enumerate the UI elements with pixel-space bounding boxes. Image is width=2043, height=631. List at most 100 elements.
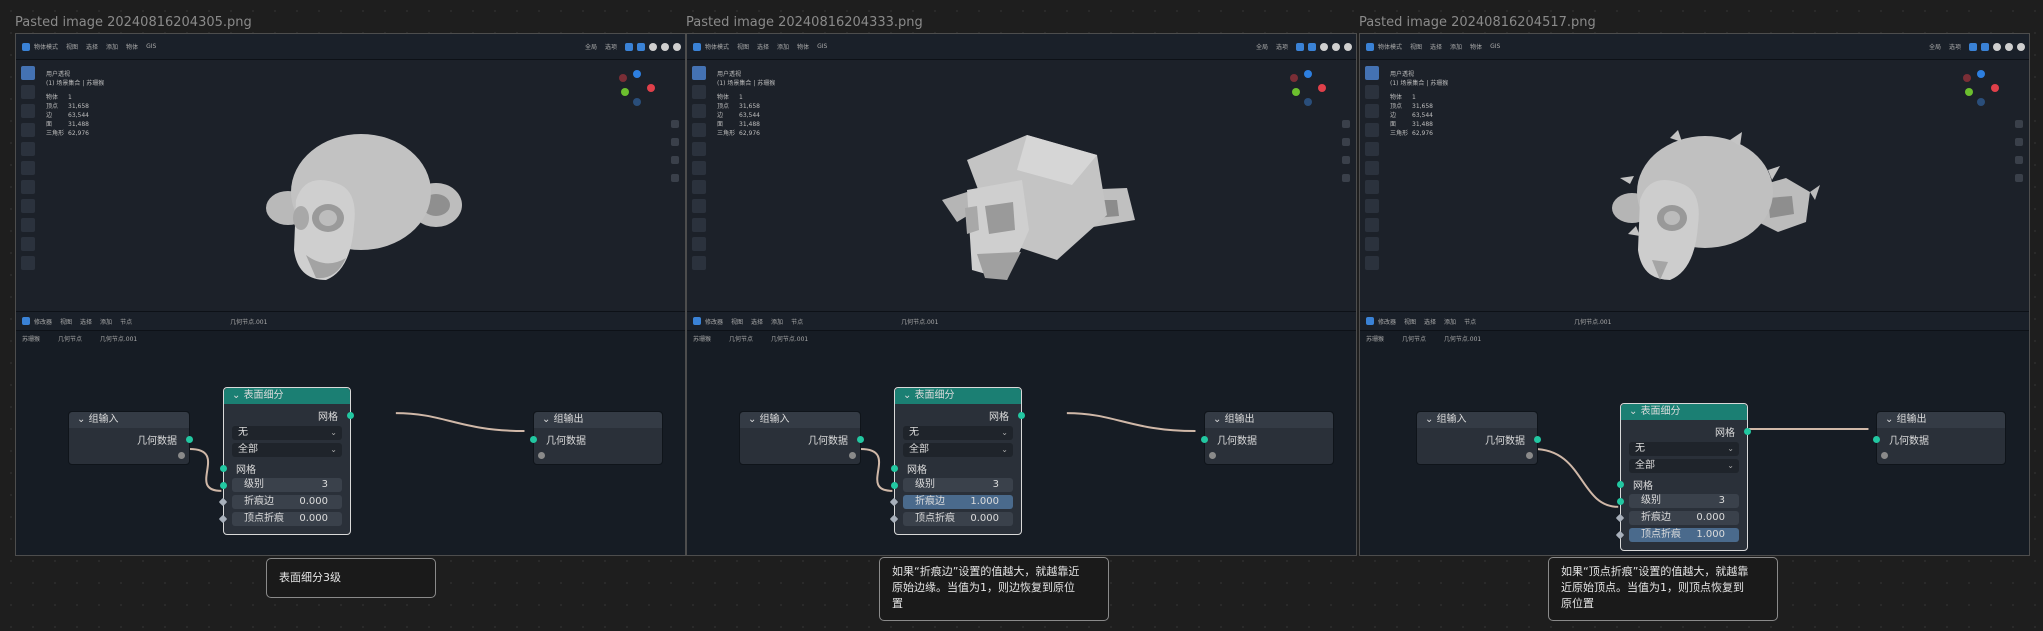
move-tool-icon[interactable] — [1365, 104, 1379, 118]
extrude-tool-icon[interactable] — [21, 237, 35, 251]
navigation-gizmo-icon[interactable] — [1961, 70, 2001, 110]
mesh-input-socket[interactable] — [220, 465, 227, 472]
subdivision-surface-node[interactable]: ⌄ 表面细分 网格 无 ⌄ 全部 ⌄ 网格 级别 3 折痕边 0.000 顶点折痕 1.0… — [1615, 403, 1751, 551]
suzanne-mesh[interactable] — [937, 130, 1177, 310]
grid-icon[interactable] — [2015, 174, 2023, 182]
options-menu[interactable]: 选项 — [605, 42, 617, 51]
menu-view[interactable]: 视图 — [737, 42, 749, 51]
empty-output-socket[interactable] — [1526, 452, 1533, 459]
menu-select[interactable]: 选择 — [757, 42, 769, 51]
group-input-node[interactable]: ⌄ 组输入 几何数据 — [1416, 411, 1541, 465]
breadcrumb-modifier[interactable]: 几何节点 — [1402, 336, 1426, 343]
3d-viewport[interactable]: 用户透视 (1) 场景集合 | 苏珊猴 物体 1 顶点 31,658 边 63,544… — [16, 60, 685, 311]
material-shading-icon[interactable] — [661, 42, 669, 51]
rotate-tool-icon[interactable] — [692, 123, 706, 137]
cursor-tool-icon[interactable] — [1365, 85, 1379, 99]
collapse-chevron-icon[interactable]: ⌄ — [748, 414, 760, 425]
edge-crease-input-socket[interactable] — [1615, 513, 1625, 523]
inset-tool-icon[interactable] — [692, 256, 706, 270]
extrude-tool-icon[interactable] — [692, 237, 706, 251]
mesh-output-socket[interactable] — [347, 412, 354, 419]
vertex-crease-field[interactable]: 顶点折痕 0.000 — [232, 512, 342, 526]
empty-input-socket[interactable] — [538, 452, 545, 459]
3d-viewport[interactable]: 用户透视 (1) 场景集合 | 苏珊猴 物体 1 顶点 31,658 边 63,544… — [1360, 60, 2029, 311]
scale-tool-icon[interactable] — [21, 142, 35, 156]
mode-select[interactable]: 物体模式 — [1378, 42, 1402, 51]
inset-tool-icon[interactable] — [21, 256, 35, 270]
rotate-tool-icon[interactable] — [1365, 123, 1379, 137]
grid-icon[interactable] — [1342, 174, 1350, 182]
pan-hand-icon[interactable] — [671, 138, 679, 146]
node-mode-select[interactable]: 修改器 — [705, 317, 723, 326]
uv-smooth-dropdown[interactable]: 无 ⌄ — [903, 426, 1013, 440]
group-output-node[interactable]: ⌄ 组输出 几何数据 — [530, 411, 663, 465]
rotate-tool-icon[interactable] — [21, 123, 35, 137]
measure-tool-icon[interactable] — [692, 199, 706, 213]
geometry-input-socket[interactable] — [530, 436, 537, 443]
node-menu-add[interactable]: 添加 — [1444, 317, 1456, 326]
collapse-chevron-icon[interactable]: ⌄ — [1425, 414, 1437, 425]
node-tree-select[interactable]: 几何节点.001 — [1574, 317, 1611, 326]
solid-shading-icon[interactable] — [1320, 42, 1328, 51]
zoom-icon[interactable] — [1342, 120, 1350, 128]
material-shading-icon[interactable] — [2005, 42, 2013, 51]
mesh-input-socket[interactable] — [891, 465, 898, 472]
menu-view[interactable]: 视图 — [1410, 42, 1422, 51]
collapse-chevron-icon[interactable]: ⌄ — [1885, 414, 1897, 425]
camera-icon[interactable] — [671, 156, 679, 164]
subdivision-surface-node[interactable]: ⌄ 表面细分 网格 无 ⌄ 全部 ⌄ 网格 级别 3 折痕边 1.000 顶点折痕 0.0… — [889, 387, 1025, 535]
add-cube-tool-icon[interactable] — [21, 218, 35, 232]
level-input-socket[interactable] — [220, 482, 227, 489]
breadcrumb-object[interactable]: 苏珊猴 — [693, 336, 711, 343]
cursor-tool-icon[interactable] — [21, 85, 35, 99]
material-shading-icon[interactable] — [1332, 42, 1340, 51]
transform-orientation[interactable]: 全局 — [585, 42, 597, 51]
menu-add[interactable]: 添加 — [777, 42, 789, 51]
menu-object[interactable]: 物体 — [1470, 42, 1482, 51]
annotate-tool-icon[interactable] — [21, 180, 35, 194]
empty-input-socket[interactable] — [1209, 452, 1216, 459]
overlay-icon[interactable] — [1296, 42, 1304, 51]
breadcrumb-tree[interactable]: 几何节点.001 — [1444, 336, 1481, 343]
3d-viewport[interactable]: 用户透视 (1) 场景集合 | 苏珊猴 物体 1 顶点 31,658 边 63,544… — [687, 60, 1356, 311]
mesh-input-socket[interactable] — [1617, 481, 1624, 488]
breadcrumb-object[interactable]: 苏珊猴 — [22, 336, 40, 343]
node-menu-node[interactable]: 节点 — [120, 317, 132, 326]
menu-gis[interactable]: GIS — [146, 43, 156, 50]
suzanne-mesh[interactable] — [1610, 130, 1850, 310]
vertex-crease-input-socket[interactable] — [218, 514, 228, 524]
transform-tool-icon[interactable] — [21, 161, 35, 175]
inset-tool-icon[interactable] — [1365, 256, 1379, 270]
edge-crease-input-socket[interactable] — [218, 497, 228, 507]
collapse-chevron-icon[interactable]: ⌄ — [903, 390, 915, 401]
scale-tool-icon[interactable] — [1365, 142, 1379, 156]
geometry-input-socket[interactable] — [1873, 436, 1880, 443]
xray-icon[interactable] — [1981, 42, 1989, 51]
measure-tool-icon[interactable] — [1365, 199, 1379, 213]
mesh-output-socket[interactable] — [1018, 412, 1025, 419]
edge-crease-input-socket[interactable] — [889, 497, 899, 507]
node-menu-view[interactable]: 视图 — [60, 317, 72, 326]
rendered-shading-icon[interactable] — [2017, 42, 2025, 51]
node-menu-add[interactable]: 添加 — [771, 317, 783, 326]
camera-icon[interactable] — [2015, 156, 2023, 164]
edge-crease-field[interactable]: 折痕边 1.000 — [903, 495, 1013, 509]
move-tool-icon[interactable] — [692, 104, 706, 118]
xray-icon[interactable] — [637, 42, 645, 51]
menu-gis[interactable]: GIS — [1490, 43, 1500, 50]
select-tool-icon[interactable] — [1365, 66, 1379, 80]
empty-output-socket[interactable] — [178, 452, 185, 459]
node-menu-node[interactable]: 节点 — [791, 317, 803, 326]
xray-icon[interactable] — [1308, 42, 1316, 51]
node-editor-type-icon[interactable] — [1366, 317, 1374, 325]
move-tool-icon[interactable] — [21, 104, 35, 118]
breadcrumb-modifier[interactable]: 几何节点 — [58, 336, 82, 343]
geometry-output-socket[interactable] — [186, 436, 193, 443]
menu-object[interactable]: 物体 — [797, 42, 809, 51]
subdivision-surface-node[interactable]: ⌄ 表面细分 网格 无 ⌄ 全部 ⌄ 网格 级别 3 折痕边 0.000 顶点折痕 0.0… — [218, 387, 354, 535]
node-mode-select[interactable]: 修改器 — [1378, 317, 1396, 326]
transform-tool-icon[interactable] — [1365, 161, 1379, 175]
vertex-crease-input-socket[interactable] — [889, 514, 899, 524]
solid-shading-icon[interactable] — [1993, 42, 2001, 51]
node-menu-view[interactable]: 视图 — [731, 317, 743, 326]
